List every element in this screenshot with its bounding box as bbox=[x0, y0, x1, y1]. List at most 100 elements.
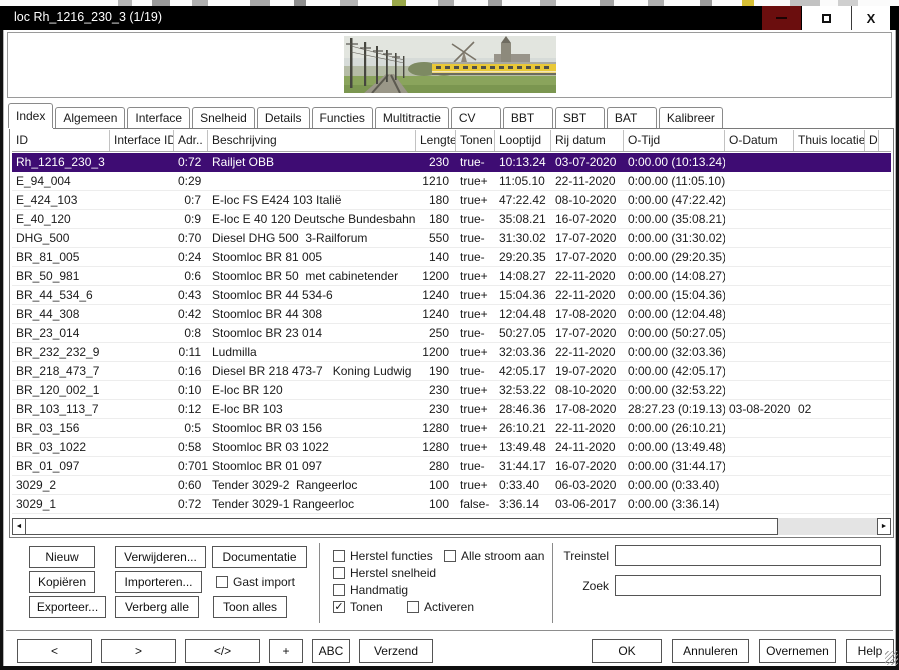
table-row[interactable]: DHG_5000:70Diesel DHG 500 3-Railforum550… bbox=[12, 229, 891, 248]
table-row[interactable]: E_424_1030:7E-loc FS E424 103 Italië180t… bbox=[12, 191, 891, 210]
prev-next-button[interactable]: </> bbox=[185, 639, 260, 663]
table-row[interactable]: BR_03_10220:58Stoomloc BR 03 10221280tru… bbox=[12, 438, 891, 457]
ok-button[interactable]: OK bbox=[592, 639, 662, 663]
treinstel-input[interactable] bbox=[615, 545, 881, 566]
table-row[interactable]: BR_50_9810:6Stoomloc BR 50 met cabineten… bbox=[12, 267, 891, 286]
scrollbar-thumb[interactable] bbox=[26, 518, 778, 535]
tonen-checkbox[interactable]: ✓Tonen bbox=[333, 600, 383, 614]
scroll-right-button[interactable]: ► bbox=[877, 518, 891, 535]
table-cell: BR_01_097 bbox=[12, 457, 110, 475]
maximize-button[interactable] bbox=[802, 6, 852, 30]
tab-snelheid[interactable]: Snelheid bbox=[192, 107, 255, 128]
column-header[interactable]: Looptijd bbox=[495, 130, 551, 151]
next-button[interactable]: > bbox=[101, 639, 176, 663]
tab-cv[interactable]: CV bbox=[451, 107, 501, 128]
table-cell bbox=[865, 153, 879, 171]
column-header[interactable]: Interface ID bbox=[110, 130, 174, 151]
window-title: loc Rh_1216_230_3 (1/19) bbox=[14, 10, 162, 24]
table-row[interactable]: BR_44_3080:42Stoomloc BR 44 3081240true+… bbox=[12, 305, 891, 324]
table-row[interactable]: E_40_1200:9E-loc E 40 120 Deutsche Bunde… bbox=[12, 210, 891, 229]
herstel-functies-checkbox[interactable]: Herstel functies bbox=[333, 549, 433, 563]
table-cell: 10:13.24 bbox=[495, 153, 551, 171]
table-row[interactable]: E_94_0040:291210true+11:05.1022-11-20200… bbox=[12, 172, 891, 191]
verzend-button[interactable]: Verzend bbox=[359, 639, 433, 663]
table-cell: 0:16 bbox=[174, 362, 208, 380]
column-header[interactable]: D bbox=[865, 130, 879, 151]
abc-button[interactable]: ABC bbox=[312, 639, 350, 663]
table-cell: 0:00.00 (32:53.22) bbox=[624, 381, 725, 399]
table-cell bbox=[794, 248, 865, 266]
minimize-button[interactable] bbox=[762, 6, 802, 30]
table-cell: 08-10-2020 bbox=[551, 191, 624, 209]
table-row[interactable]: BR_81_0050:24Stoomloc BR 81 005140true-2… bbox=[12, 248, 891, 267]
tab-algemeen[interactable]: Algemeen bbox=[55, 107, 125, 128]
column-header[interactable]: Rij datum bbox=[551, 130, 624, 151]
tab-details[interactable]: Details bbox=[257, 107, 310, 128]
table-cell: 0:00.00 (13:49.48) bbox=[624, 438, 725, 456]
table-cell: Stoomloc BR 44 308 bbox=[208, 305, 416, 323]
tab-index[interactable]: Index bbox=[8, 103, 53, 128]
table-cell bbox=[725, 191, 794, 209]
tab-bat[interactable]: BAT bbox=[607, 107, 657, 128]
table-row[interactable]: BR_23_0140:8Stoomloc BR 23 014250true-50… bbox=[12, 324, 891, 343]
table-row[interactable]: BR_232_232_90:11Ludmilla1200true+32:03.3… bbox=[12, 343, 891, 362]
tab-multitractie[interactable]: Multitractie bbox=[375, 107, 449, 128]
tab-kalibreer[interactable]: Kalibreer bbox=[659, 107, 723, 128]
kopieren-button[interactable]: Kopiëren bbox=[29, 571, 95, 593]
table-body: Rh_1216_230_30:72Railjet OBB230true-10:1… bbox=[12, 153, 891, 514]
tab-bbt[interactable]: BBT bbox=[503, 107, 553, 128]
table-row[interactable]: BR_01_0970:701Stoomloc BR 01 097280true-… bbox=[12, 457, 891, 476]
table-row[interactable]: BR_03_1560:5Stoomloc BR 03 1561280true+2… bbox=[12, 419, 891, 438]
tab-functies[interactable]: Functies bbox=[312, 107, 373, 128]
resize-grip[interactable] bbox=[885, 651, 898, 665]
nieuw-button[interactable]: Nieuw bbox=[29, 546, 95, 568]
table-row[interactable]: BR_103_113_70:12E-loc BR 103230true+28:4… bbox=[12, 400, 891, 419]
table-cell: 22-11-2020 bbox=[551, 286, 624, 304]
tab-sbt[interactable]: SBT bbox=[555, 107, 605, 128]
tab-interface[interactable]: Interface bbox=[127, 107, 190, 128]
scroll-left-button[interactable]: ◄ bbox=[12, 518, 26, 535]
column-header[interactable]: ID bbox=[12, 130, 110, 151]
importeren-button[interactable]: Importeren... bbox=[115, 571, 202, 593]
table-cell bbox=[725, 457, 794, 475]
annuleren-button[interactable]: Annuleren bbox=[672, 639, 749, 663]
table-cell: 28:46.36 bbox=[495, 400, 551, 418]
exporteer-button[interactable]: Exporteer... bbox=[29, 596, 106, 618]
checkbox-icon bbox=[216, 576, 228, 588]
column-header[interactable]: Lengte bbox=[416, 130, 456, 151]
column-header[interactable]: Adr.. bbox=[174, 130, 208, 151]
activeren-checkbox[interactable]: Activeren bbox=[407, 600, 474, 614]
horizontal-scrollbar[interactable]: ◄ ► bbox=[12, 518, 891, 535]
table-row[interactable]: BR_218_473_70:16Diesel BR 218 473-7 Koni… bbox=[12, 362, 891, 381]
column-header[interactable]: Beschrijving bbox=[208, 130, 416, 151]
column-header[interactable]: Thuis locatie bbox=[794, 130, 865, 151]
table-cell: 32:03.36 bbox=[495, 343, 551, 361]
handmatig-checkbox[interactable]: Handmatig bbox=[333, 583, 408, 597]
table-cell: true- bbox=[456, 362, 495, 380]
column-header[interactable]: O-Datum bbox=[725, 130, 794, 151]
column-header[interactable]: Tonen bbox=[456, 130, 495, 151]
toon-alles-button[interactable]: Toon alles bbox=[213, 596, 287, 618]
verberg-alle-button[interactable]: Verberg alle bbox=[115, 596, 199, 618]
table-cell: Stoomloc BR 03 1022 bbox=[208, 438, 416, 456]
close-button[interactable]: X bbox=[852, 6, 890, 30]
table-row[interactable]: BR_120_002_10:10E-loc BR 120230true+32:5… bbox=[12, 381, 891, 400]
gast-import-checkbox[interactable]: Gast import bbox=[216, 575, 295, 589]
verwijderen-button[interactable]: Verwijderen... bbox=[115, 546, 206, 568]
zoek-input[interactable] bbox=[615, 575, 881, 596]
table-row[interactable]: 3029_20:60Tender 3029-2 Rangeerloc100tru… bbox=[12, 476, 891, 495]
documentatie-button[interactable]: Documentatie bbox=[212, 546, 307, 568]
overnemen-button[interactable]: Overnemen bbox=[759, 639, 836, 663]
table-row[interactable]: 3029_10:72Tender 3029-1 Rangeerloc100fal… bbox=[12, 495, 891, 514]
table-cell: 0:33.40 bbox=[495, 476, 551, 494]
plus-button[interactable]: + bbox=[269, 639, 303, 663]
scrollbar-track[interactable] bbox=[778, 518, 877, 535]
herstel-snelheid-checkbox[interactable]: Herstel snelheid bbox=[333, 566, 436, 580]
table-cell bbox=[208, 172, 416, 190]
table-row[interactable]: BR_44_534_60:43Stoomloc BR 44 534-61240t… bbox=[12, 286, 891, 305]
table-cell: 0:00.00 (3:36.14) bbox=[624, 495, 725, 513]
table-cell: true- bbox=[456, 210, 495, 228]
table-row[interactable]: Rh_1216_230_30:72Railjet OBB230true-10:1… bbox=[12, 153, 891, 172]
column-header[interactable]: O-Tijd bbox=[624, 130, 725, 151]
prev-button[interactable]: < bbox=[17, 639, 92, 663]
